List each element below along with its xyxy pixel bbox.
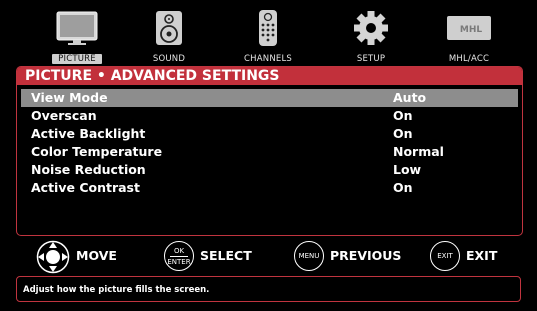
tab-sound-label: SOUND (152, 54, 186, 64)
category-nav: PICTURE SOUND CHANNELS SETUP MHL MHL/ACC (20, 6, 518, 68)
tab-channels-label: CHANNELS (244, 54, 292, 64)
setting-row-color-temperature[interactable]: Color Temperature Normal (21, 143, 518, 161)
dpad-icon (36, 240, 70, 274)
setting-value: Auto (393, 90, 427, 105)
tab-channels[interactable]: CHANNELS (223, 6, 313, 68)
exit-key-text: EXIT (437, 252, 453, 260)
help-text: Adjust how the picture fills the screen. (23, 285, 210, 295)
tab-sound[interactable]: SOUND (124, 6, 214, 68)
ok-enter-key-icon: OK ENTER (164, 241, 194, 271)
tab-picture[interactable]: PICTURE (32, 6, 122, 68)
legend-exit-label: EXIT (466, 248, 498, 263)
setting-name: Active Contrast (31, 180, 140, 195)
tv-icon (55, 10, 99, 46)
mhl-icon: MHL (445, 10, 493, 46)
enter-key-text: ENTER (167, 257, 191, 266)
tab-setup-label: SETUP (356, 54, 386, 64)
setting-name: View Mode (31, 90, 108, 105)
settings-list: View Mode Auto Overscan On Active Backli… (21, 89, 518, 197)
exit-key-icon: EXIT (430, 241, 460, 271)
legend-move-label: MOVE (76, 248, 117, 263)
setting-name: Overscan (31, 108, 97, 123)
tab-setup[interactable]: SETUP (326, 6, 416, 68)
tab-mhl-acc[interactable]: MHL MHL/ACC (424, 6, 514, 68)
setting-name: Color Temperature (31, 144, 163, 159)
setting-value: Low (393, 162, 422, 177)
menu-key-icon: MENU (294, 241, 324, 271)
button-legend: MOVE OK ENTER SELECT MENU PREVIOUS EXIT … (16, 239, 521, 275)
panel-title: PICTURE • ADVANCED SETTINGS (17, 67, 522, 85)
setting-value: On (393, 108, 413, 123)
menu-key-text: MENU (298, 252, 320, 260)
gear-icon (349, 10, 393, 46)
ok-key-text: OK (173, 246, 185, 255)
setting-name: Active Backlight (31, 126, 146, 141)
svg-text:MHL: MHL (460, 25, 482, 35)
setting-row-noise-reduction[interactable]: Noise Reduction Low (21, 161, 518, 179)
tab-picture-label: PICTURE (52, 54, 102, 64)
help-text-bar: Adjust how the picture fills the screen. (16, 276, 521, 302)
tv-menu-screen: PICTURE SOUND CHANNELS SETUP MHL MHL/ACC… (6, 4, 529, 307)
legend-select-label: SELECT (200, 248, 252, 263)
setting-row-active-contrast[interactable]: Active Contrast On (21, 179, 518, 197)
setting-row-active-backlight[interactable]: Active Backlight On (21, 125, 518, 143)
remote-icon (246, 10, 290, 46)
setting-value: On (393, 180, 413, 195)
advanced-settings-panel: PICTURE • ADVANCED SETTINGS View Mode Au… (16, 66, 523, 236)
speaker-icon (147, 10, 191, 46)
setting-value: On (393, 126, 413, 141)
setting-row-view-mode[interactable]: View Mode Auto (21, 89, 518, 107)
legend-previous-label: PREVIOUS (330, 248, 402, 263)
setting-row-overscan[interactable]: Overscan On (21, 107, 518, 125)
setting-name: Noise Reduction (31, 162, 146, 177)
tab-mhl-acc-label: MHL/ACC (448, 54, 490, 64)
setting-value: Normal (393, 144, 444, 159)
